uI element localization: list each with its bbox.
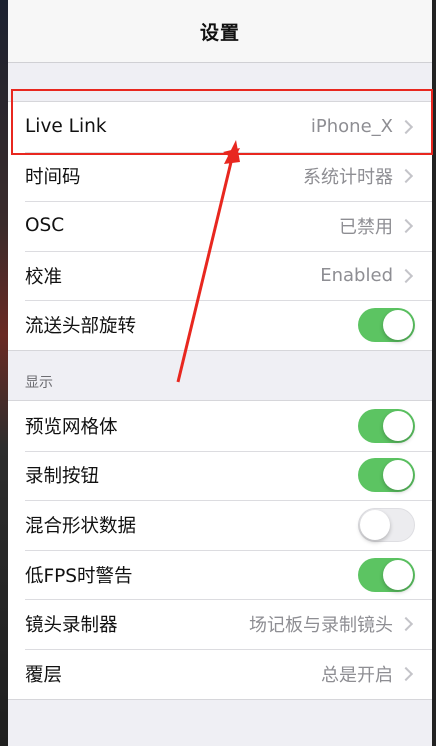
row-label: 校准: [25, 266, 63, 288]
row-label: 流送头部旋转: [25, 316, 137, 338]
chevron-right-icon: [398, 119, 414, 134]
row-value: iPhone_X: [310, 116, 393, 138]
row-value: 场记板与录制镜头: [249, 615, 393, 637]
chevron-right-icon: [398, 169, 414, 184]
row-label: Live Link: [25, 116, 107, 138]
row-blendshape-data: 混合形状数据: [8, 500, 432, 550]
row-value: Enabled: [320, 265, 393, 287]
row-low-fps-warning: 低FPS时警告: [8, 549, 432, 600]
chevron-right-icon: [398, 268, 414, 283]
toggle-knob: [383, 410, 413, 441]
row-value: 系统计时器: [303, 167, 393, 189]
chevron-right-icon: [398, 218, 414, 234]
row-timecode[interactable]: 时间码 系统计时器: [8, 151, 432, 202]
settings-group-main: Live Link iPhone_X 时间码 系统计时器 OSC 已禁用 校准 …: [8, 101, 432, 351]
row-value: 总是开启: [321, 664, 393, 686]
row-label: 镜头录制器: [25, 615, 118, 637]
row-record-button: 录制按钮: [8, 450, 432, 501]
background-edge: [432, 0, 436, 746]
row-value: 已禁用: [339, 216, 393, 238]
chevron-right-icon: [398, 666, 414, 681]
toggle-knob: [383, 460, 413, 491]
row-preview-mesh: 预览网格体: [8, 401, 432, 451]
row-label: 时间码: [25, 167, 81, 189]
row-live-link[interactable]: Live Link iPhone_X: [8, 102, 432, 152]
row-overlay[interactable]: 覆层 总是开启: [8, 648, 432, 699]
section-header-display: 显示: [25, 374, 53, 391]
toggle-knob: [360, 509, 390, 540]
row-label: 低FPS时警告: [25, 565, 133, 587]
settings-group-display: 预览网格体 录制按钮 混合形状数据 低FPS时警告 镜头录制器 场记板与录制镜头…: [8, 399, 432, 700]
row-osc[interactable]: OSC 已禁用: [8, 201, 432, 251]
preview-mesh-toggle[interactable]: [358, 408, 415, 443]
blendshape-data-toggle[interactable]: [358, 507, 415, 542]
row-label: 混合形状数据: [25, 515, 137, 537]
row-calibration[interactable]: 校准 Enabled: [8, 250, 432, 301]
chevron-right-icon: [398, 617, 414, 632]
settings-panel: 设置 Live Link iPhone_X 时间码 系统计时器 OSC 已禁用 …: [8, 0, 432, 746]
low-fps-warning-toggle[interactable]: [358, 557, 415, 592]
row-stream-head-rotation: 流送头部旋转: [8, 300, 432, 350]
row-label: 预览网格体: [25, 416, 118, 438]
navigation-bar: 设置: [8, 0, 432, 63]
row-label: 录制按钮: [25, 466, 100, 488]
row-take-recorder[interactable]: 镜头录制器 场记板与录制镜头: [8, 599, 432, 649]
toggle-knob: [383, 310, 413, 341]
row-label: 覆层: [25, 664, 63, 686]
toggle-knob: [383, 559, 413, 590]
record-button-toggle[interactable]: [358, 458, 415, 493]
stream-head-rotation-toggle[interactable]: [358, 308, 415, 343]
page-title: 设置: [199, 21, 240, 44]
row-label: OSC: [25, 215, 65, 237]
